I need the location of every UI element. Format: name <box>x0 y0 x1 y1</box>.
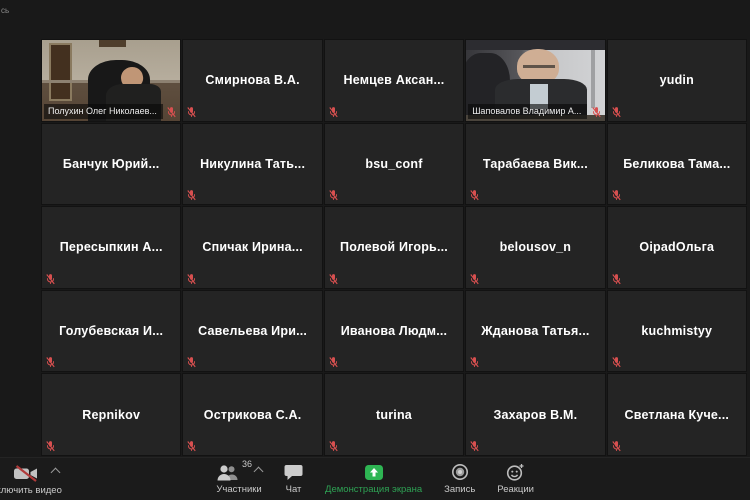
participant-tile[interactable]: Савельева Ири... <box>182 289 323 373</box>
reactions-icon <box>506 463 525 481</box>
participant-name: turina <box>376 407 412 422</box>
participant-tile[interactable]: kuchmistyy <box>606 289 747 373</box>
muted-mic-icon <box>329 273 338 285</box>
participant-name: Светлана Куче... <box>624 407 730 422</box>
camera-off-icon <box>13 464 39 482</box>
reactions-button[interactable]: Реакции <box>497 463 534 495</box>
muted-mic-icon <box>187 273 197 285</box>
participant-name: Захаров В.М. <box>493 407 578 422</box>
participant-tile[interactable]: Шаповалов Владимир А... <box>465 39 606 122</box>
participant-name: Полухин Олег Николаев... <box>44 103 163 119</box>
participant-name: Repnikov <box>82 407 141 422</box>
participant-tile[interactable]: yudin <box>606 39 747 122</box>
muted-mic-icon <box>329 356 338 368</box>
muted-mic-icon <box>329 106 338 118</box>
participant-tile[interactable]: Беликова Тама... <box>606 122 747 206</box>
participants-label: Участники <box>216 484 262 495</box>
participant-name: belousov_n <box>499 240 572 255</box>
muted-mic-icon <box>46 356 55 368</box>
muted-mic-icon <box>470 440 479 452</box>
participants-icon <box>216 465 239 481</box>
record-icon <box>451 463 469 481</box>
participant-tile[interactable]: Голубевская И... <box>40 289 182 373</box>
muted-mic-icon <box>46 273 55 285</box>
participant-tile[interactable]: Захаров В.М. <box>465 373 606 456</box>
participant-name: Шаповалов Владимир А... <box>468 103 588 119</box>
participant-tile[interactable]: Полухин Олег Николаев... <box>40 39 182 122</box>
participant-name: Жданова Татья... <box>481 324 590 339</box>
start-video-button[interactable]: Включить видео <box>0 464 74 496</box>
participant-name: OipadОльга <box>639 240 715 255</box>
participant-tile[interactable]: Иванова Людм... <box>323 289 465 373</box>
participant-tile[interactable]: Банчук Юрий... <box>40 122 182 206</box>
participant-name: Спичак Ирина... <box>202 240 303 255</box>
participant-tile[interactable]: Пересыпкин А... <box>40 206 182 289</box>
participant-name: Никулина Тать... <box>200 156 306 171</box>
start-video-label: Включить видео <box>0 485 62 496</box>
muted-mic-icon <box>611 273 621 285</box>
participant-name: Савельева Ири... <box>198 324 308 339</box>
participant-tile[interactable]: Спичак Ирина... <box>182 206 323 289</box>
participant-tile[interactable]: Жданова Татья... <box>465 289 606 373</box>
muted-mic-icon <box>591 106 601 118</box>
participant-tile[interactable]: belousov_n <box>465 206 606 289</box>
reactions-label: Реакции <box>497 484 534 495</box>
participant-name: yudin <box>659 73 694 88</box>
participant-name: bsu_conf <box>365 156 423 171</box>
muted-mic-icon <box>187 189 197 201</box>
participant-name: Немцев Аксан... <box>343 73 445 88</box>
participant-tile[interactable]: Острикова С.А. <box>182 373 323 456</box>
participant-tile[interactable]: turina <box>323 373 465 456</box>
chat-button[interactable]: Чат <box>284 463 303 495</box>
muted-mic-icon <box>611 440 621 452</box>
participant-grid: Полухин Олег Николаев... Смирнова В.А. Нем… <box>40 39 747 456</box>
muted-mic-icon <box>187 106 197 118</box>
participant-name: Тарабаева Вик... <box>482 156 588 171</box>
muted-mic-icon <box>329 189 338 201</box>
record-label: Запись <box>444 484 476 495</box>
participant-name: Пересыпкин А... <box>59 240 163 255</box>
participant-tile[interactable]: Полевой Игорь... <box>323 206 465 289</box>
share-screen-button[interactable]: Демонстрация экрана <box>325 463 422 495</box>
muted-mic-icon <box>167 106 177 118</box>
participant-name: Иванова Людм... <box>340 324 448 339</box>
muted-mic-icon <box>187 356 197 368</box>
participant-tile[interactable]: Светлана Куче... <box>606 373 747 456</box>
participant-tile[interactable]: Никулина Тать... <box>182 122 323 206</box>
muted-mic-icon <box>187 440 197 452</box>
muted-mic-icon <box>329 440 338 452</box>
toolbar: Включить видео 36 Участники <box>0 457 750 500</box>
participant-tile[interactable]: Тарабаева Вик... <box>465 122 606 206</box>
participant-name: kuchmistyy <box>641 324 713 339</box>
muted-mic-icon <box>470 189 479 201</box>
muted-mic-icon <box>470 356 479 368</box>
participant-name: Полевой Игорь... <box>340 240 448 255</box>
participant-tile[interactable]: Repnikov <box>40 373 182 456</box>
participant-tile[interactable]: Немцев Аксан... <box>323 39 465 122</box>
screen-share-icon <box>364 463 384 481</box>
participants-chevron-icon[interactable] <box>253 466 264 477</box>
participant-tile[interactable]: OipadОльга <box>606 206 747 289</box>
participant-tile[interactable]: bsu_conf <box>323 122 465 206</box>
participant-name: Беликова Тама... <box>623 156 731 171</box>
participants-button[interactable]: 36 Участники <box>216 460 264 495</box>
record-button[interactable]: Запись <box>444 463 475 495</box>
participant-name: Острикова С.А. <box>203 407 302 422</box>
share-screen-label: Демонстрация экрана <box>325 484 423 495</box>
muted-mic-icon <box>611 106 621 118</box>
window-title-fragment: сь <box>1 6 10 15</box>
muted-mic-icon <box>611 356 621 368</box>
participant-tile[interactable]: Смирнова В.А. <box>182 39 323 122</box>
muted-mic-icon <box>470 273 479 285</box>
chat-label: Чат <box>285 484 302 495</box>
participant-name: Банчук Юрий... <box>62 156 160 171</box>
muted-mic-icon <box>46 440 55 452</box>
participant-name: Смирнова В.А. <box>205 73 300 88</box>
participant-name: Голубевская И... <box>59 324 164 339</box>
muted-mic-icon <box>611 189 621 201</box>
chat-icon <box>284 463 303 481</box>
